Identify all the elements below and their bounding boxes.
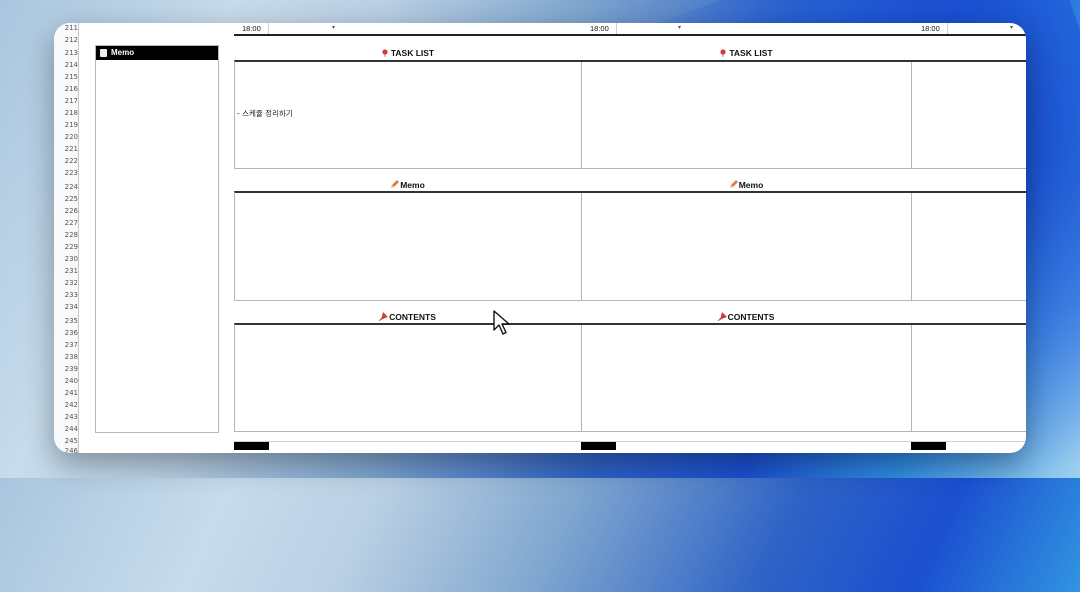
day-header-block[interactable] bbox=[581, 442, 616, 450]
sidebar-memo-header: Memo bbox=[96, 46, 218, 60]
row-number[interactable]: 222 bbox=[54, 157, 78, 165]
row-number[interactable]: 217 bbox=[54, 97, 78, 105]
row-number[interactable]: 229 bbox=[54, 243, 78, 251]
task-list-box[interactable] bbox=[234, 60, 1026, 169]
row-number[interactable]: 240 bbox=[54, 377, 78, 385]
row-number[interactable]: 242 bbox=[54, 401, 78, 409]
spreadsheet-window: 211 212 213 214 215 216 217 218 219 220 … bbox=[54, 23, 1026, 453]
column-divider bbox=[581, 325, 582, 431]
row-number[interactable]: 220 bbox=[54, 133, 78, 141]
row-number[interactable]: 239 bbox=[54, 365, 78, 373]
row-number[interactable]: 233 bbox=[54, 291, 78, 299]
row-number[interactable]: 235 bbox=[54, 317, 78, 325]
row-number[interactable]: 230 bbox=[54, 255, 78, 263]
row-number[interactable]: 243 bbox=[54, 413, 78, 421]
contents-title: CONTENTS bbox=[727, 312, 775, 322]
row-number[interactable]: 232 bbox=[54, 279, 78, 287]
row-number[interactable]: 211 bbox=[54, 24, 78, 32]
dropdown-arrow-icon[interactable]: ▾ bbox=[332, 23, 335, 34]
section-title-memo-2: Memo bbox=[581, 179, 911, 191]
section-title-contents-1: CONTENTS bbox=[234, 311, 581, 323]
row-number[interactable]: 216 bbox=[54, 85, 78, 93]
row-number[interactable]: 226 bbox=[54, 207, 78, 215]
column-divider bbox=[911, 325, 912, 431]
row-number[interactable]: 245 bbox=[54, 437, 78, 445]
row-number[interactable]: 228 bbox=[54, 231, 78, 239]
memo-title: Memo bbox=[738, 180, 764, 190]
time-cell[interactable]: 18:00 bbox=[921, 23, 948, 34]
column-divider bbox=[911, 62, 912, 168]
row-number[interactable]: 218 bbox=[54, 109, 78, 117]
row-number[interactable]: 219 bbox=[54, 121, 78, 129]
row-number[interactable]: 231 bbox=[54, 267, 78, 275]
time-cell[interactable]: 18:00 bbox=[242, 23, 269, 34]
row-number[interactable]: 215 bbox=[54, 73, 78, 81]
section-title-task-list-2: TASK LIST bbox=[581, 47, 911, 59]
sidebar-memo-label: Memo bbox=[111, 48, 135, 57]
mouse-pointer-icon bbox=[493, 310, 510, 335]
pushpin-icon bbox=[378, 312, 389, 322]
row-number[interactable]: 214 bbox=[54, 61, 78, 69]
row-number[interactable]: 213 bbox=[54, 49, 78, 57]
row-number[interactable]: 225 bbox=[54, 195, 78, 203]
row-number[interactable]: 237 bbox=[54, 341, 78, 349]
time-row: 18:00 ▾ 18:00 ▾ 18:00 ▾ bbox=[234, 23, 1026, 36]
pencil-icon bbox=[729, 180, 738, 188]
column-divider bbox=[581, 62, 582, 168]
row-divider bbox=[234, 441, 1026, 442]
section-title-memo-1: Memo bbox=[234, 179, 581, 191]
sidebar-memo-panel[interactable]: Memo bbox=[95, 45, 219, 433]
contents-box[interactable] bbox=[234, 323, 1026, 432]
pushpin-round-icon bbox=[719, 48, 727, 57]
day-header-block[interactable] bbox=[911, 442, 946, 450]
row-number[interactable]: 227 bbox=[54, 219, 78, 227]
memo-box[interactable] bbox=[234, 191, 1026, 301]
row-number[interactable]: 223 bbox=[54, 169, 78, 177]
section-title-contents-2: CONTENTS bbox=[581, 311, 911, 323]
notepad-icon bbox=[100, 49, 107, 57]
row-number[interactable]: 246 bbox=[54, 447, 78, 453]
row-number[interactable]: 221 bbox=[54, 145, 78, 153]
day-header-block[interactable] bbox=[234, 442, 269, 450]
contents-title: CONTENTS bbox=[389, 312, 436, 322]
task-item[interactable]: - 스케쥴 정리하기 bbox=[237, 109, 293, 119]
dropdown-arrow-icon[interactable]: ▾ bbox=[678, 23, 681, 34]
pencil-icon bbox=[390, 180, 400, 188]
row-number[interactable]: 244 bbox=[54, 425, 78, 433]
row-number[interactable]: 212 bbox=[54, 36, 78, 44]
task-list-title: TASK LIST bbox=[729, 48, 773, 58]
row-number[interactable]: 238 bbox=[54, 353, 78, 361]
row-number[interactable]: 236 bbox=[54, 329, 78, 337]
memo-title: Memo bbox=[400, 180, 425, 190]
dropdown-arrow-icon[interactable]: ▾ bbox=[1010, 23, 1013, 34]
section-title-task-list-1: TASK LIST bbox=[234, 47, 581, 59]
pushpin-round-icon bbox=[381, 48, 389, 57]
pushpin-icon bbox=[717, 312, 727, 322]
row-number[interactable]: 241 bbox=[54, 389, 78, 397]
row-number-gutter: 211 212 213 214 215 216 217 218 219 220 … bbox=[54, 23, 79, 453]
time-cell[interactable]: 18:00 bbox=[590, 23, 617, 34]
row-number[interactable]: 234 bbox=[54, 303, 78, 311]
column-divider bbox=[911, 193, 912, 300]
column-divider bbox=[581, 193, 582, 300]
task-list-title: TASK LIST bbox=[390, 48, 435, 58]
row-number[interactable]: 224 bbox=[54, 183, 78, 191]
